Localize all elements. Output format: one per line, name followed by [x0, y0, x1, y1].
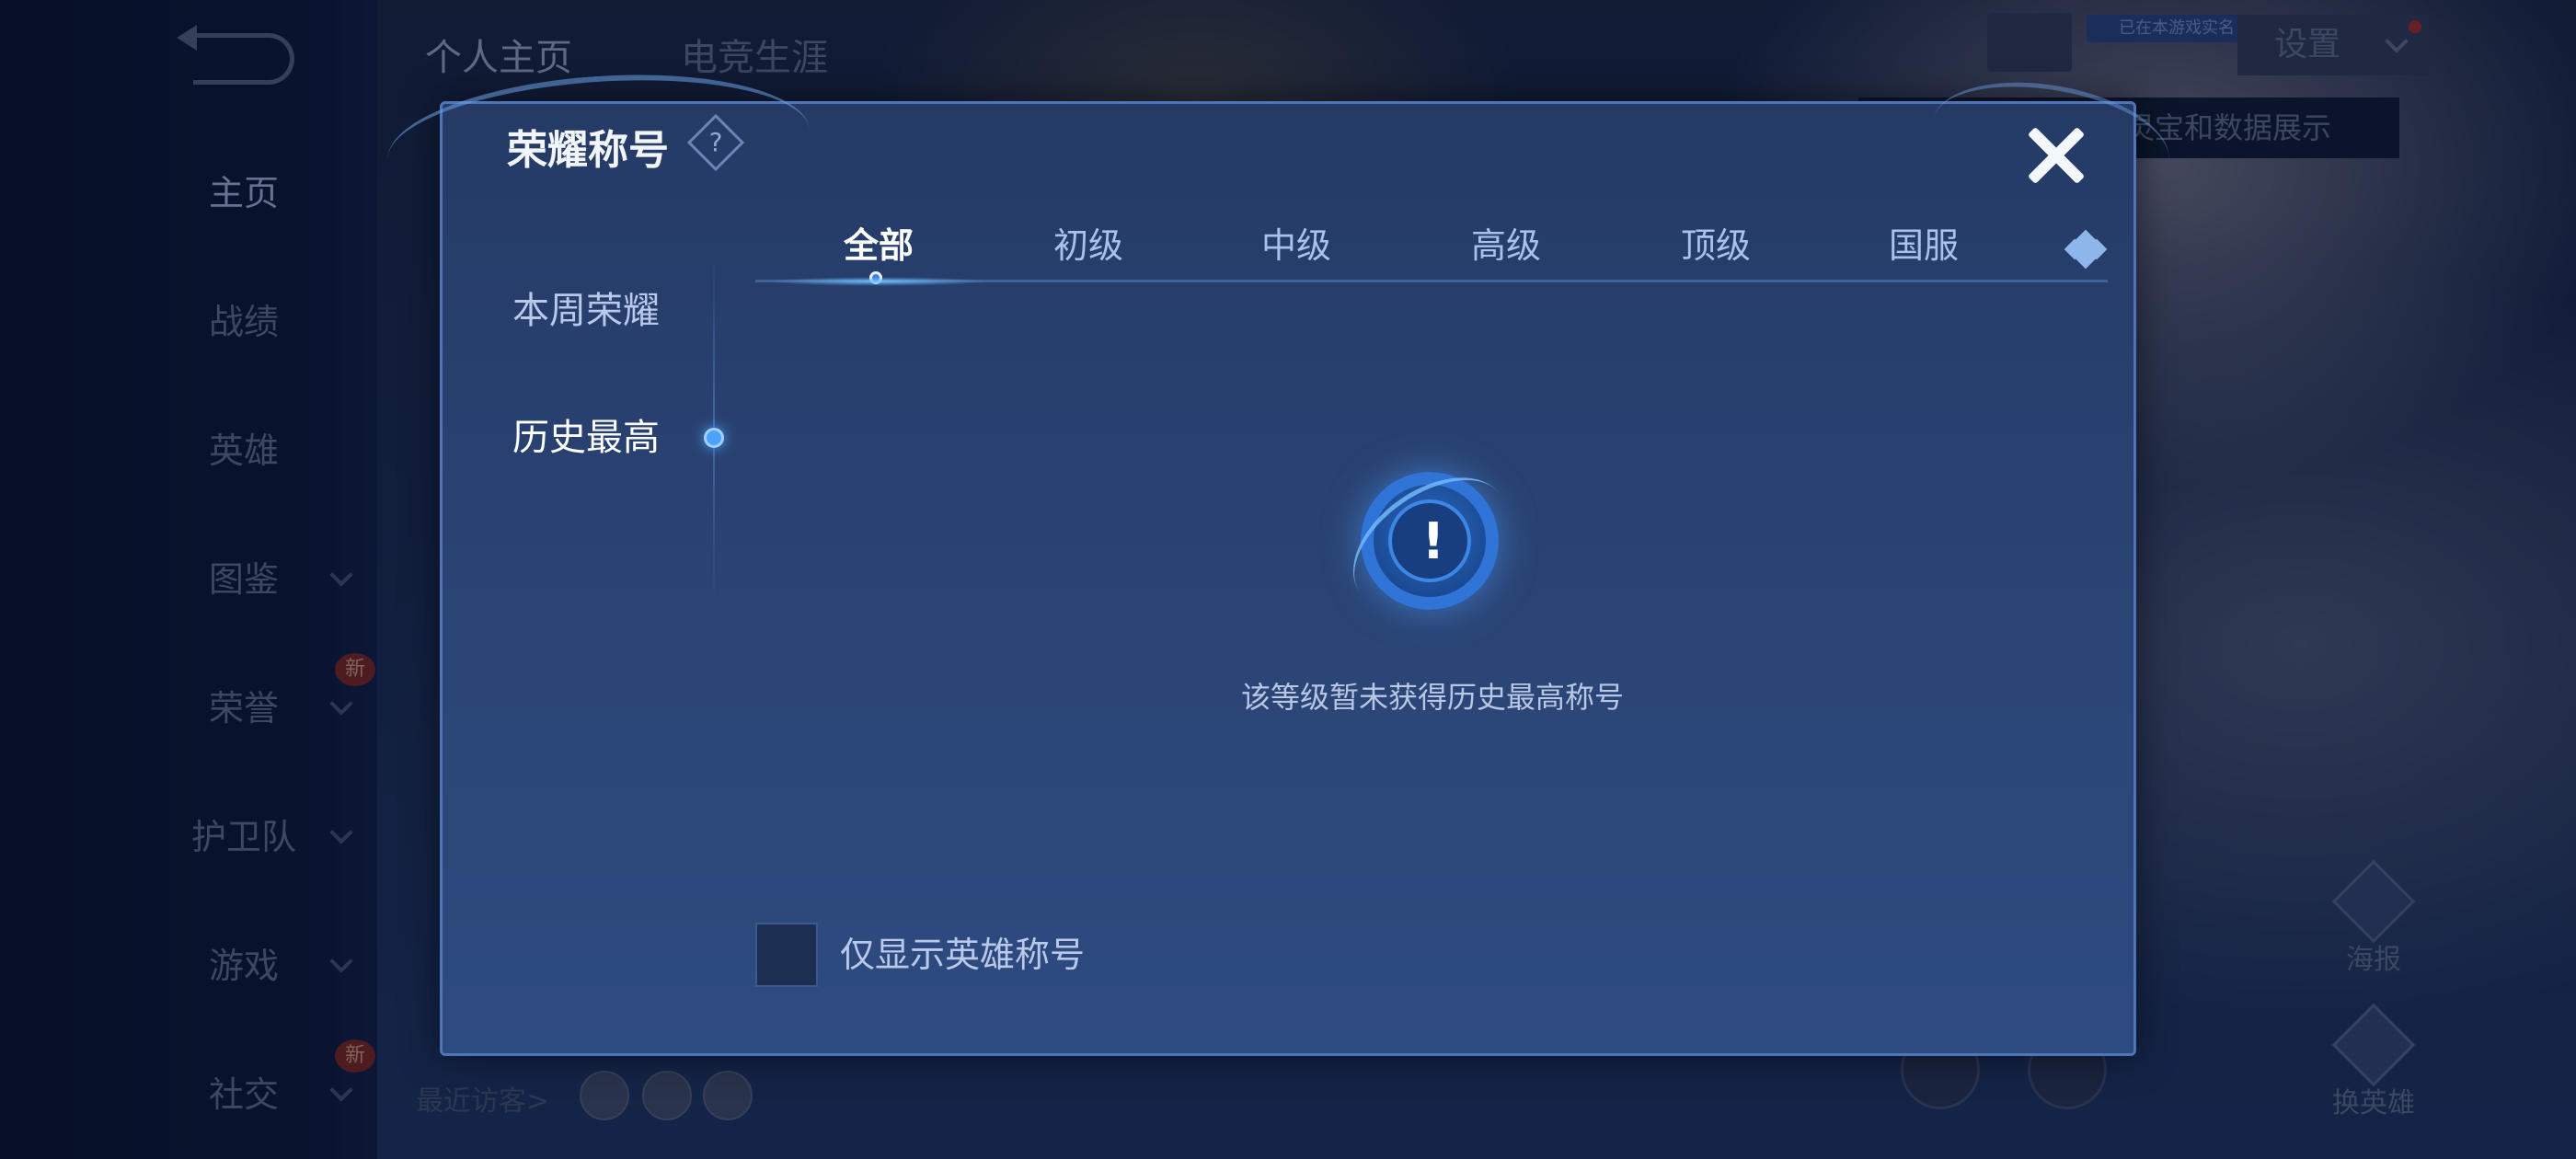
tab-intermediate[interactable]: 中级	[1213, 220, 1379, 271]
checkbox-label: 仅显示英雄称号	[840, 935, 1086, 975]
side-tab-label: 历史最高	[512, 417, 660, 459]
tab-label: 国服	[1888, 225, 1959, 266]
checkbox-box[interactable]	[755, 923, 818, 987]
exclamation-symbol: !	[1421, 512, 1445, 570]
tab-label: 顶级	[1680, 225, 1751, 266]
help-symbol: ?	[708, 127, 723, 157]
tab-label: 中级	[1260, 225, 1331, 266]
empty-state-text: 该等级暂未获得历史最高称号	[1241, 680, 1625, 715]
tab-beginner[interactable]: 初级	[1006, 220, 1171, 271]
tab-label: 初级	[1052, 225, 1123, 266]
selected-marker-icon	[704, 428, 724, 448]
side-tab-label: 本周荣耀	[512, 290, 660, 332]
dialog-title: 荣耀称号	[507, 127, 669, 174]
side-tab-weekly-honor[interactable]: 本周荣耀	[512, 270, 715, 352]
exclamation-badge-icon: !	[1361, 472, 1499, 610]
exclamation-inner: !	[1388, 499, 1471, 582]
tab-label: 高级	[1470, 225, 1541, 266]
tab-advanced[interactable]: 高级	[1423, 220, 1589, 271]
honor-title-dialog: 荣耀称号 ? 本周荣耀 历史最高 全部 初级 中级 高级 顶级 国服 ! 该等级…	[383, 62, 2179, 1056]
more-tabs-icon[interactable]	[2064, 229, 2108, 270]
tab-top[interactable]: 顶级	[1633, 220, 1799, 271]
side-tab-history-best[interactable]: 历史最高	[457, 396, 733, 479]
level-tab-bar: 全部 初级 中级 高级 顶级 国服	[755, 220, 2108, 286]
tab-national-server[interactable]: 国服	[1841, 220, 2007, 271]
selected-dot-icon	[869, 271, 882, 284]
tab-all[interactable]: 全部	[768, 220, 989, 286]
close-icon[interactable]	[2023, 122, 2087, 187]
tab-label: 全部	[843, 225, 914, 266]
